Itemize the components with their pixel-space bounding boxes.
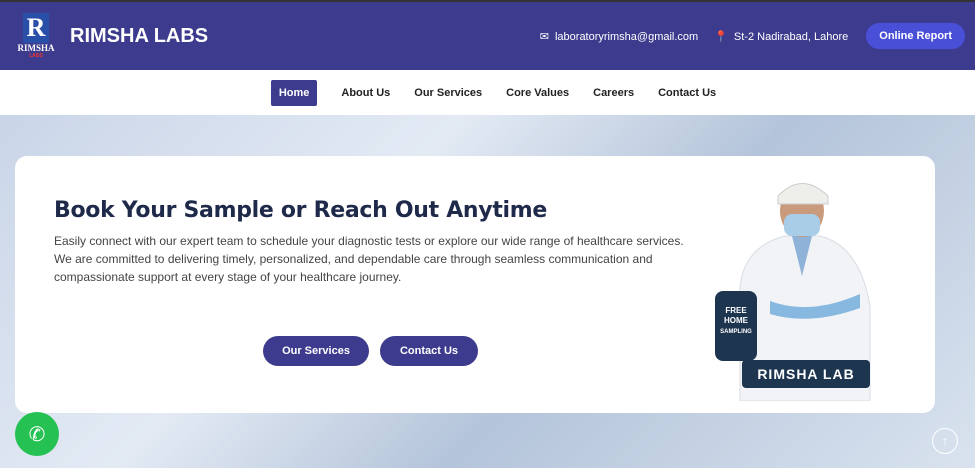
- our-services-button[interactable]: Our Services: [263, 336, 369, 366]
- online-report-button[interactable]: Online Report: [866, 23, 965, 49]
- hero-card: Book Your Sample or Reach Out Anytime Ea…: [15, 156, 935, 413]
- brand-name: RIMSHA LABS: [70, 24, 209, 47]
- svg-text:FREE: FREE: [725, 306, 747, 315]
- logo-sub: LABS: [29, 53, 43, 59]
- svg-text:RIMSHA LAB: RIMSHA LAB: [757, 366, 854, 382]
- nav-contact-us[interactable]: Contact Us: [658, 87, 716, 99]
- hero-description: Easily connect with our expert team to s…: [54, 234, 684, 284]
- svg-text:SAMPLING: SAMPLING: [720, 329, 752, 335]
- scroll-to-top-button[interactable]: ↑: [932, 428, 958, 454]
- top-header: R RIMSHA LABS RIMSHA LABS ✉ laboratoryrim…: [0, 0, 975, 70]
- whatsapp-button[interactable]: ✆: [15, 412, 59, 456]
- lab-technician-image: FREE HOME SAMPLING RIMSHA LAB: [715, 183, 871, 401]
- logo[interactable]: R RIMSHA LABS: [12, 11, 60, 61]
- logo-mark: R: [23, 13, 49, 43]
- main-nav: Home About Us Our Services Core Values C…: [0, 70, 975, 115]
- map-pin-icon: 📍: [714, 30, 728, 43]
- nav-careers[interactable]: Careers: [593, 87, 634, 99]
- envelope-icon: ✉: [539, 30, 549, 43]
- nav-core-values[interactable]: Core Values: [506, 87, 569, 99]
- address: 📍 St-2 Nadirabad, Lahore: [714, 30, 848, 43]
- svg-text:HOME: HOME: [724, 316, 749, 325]
- logo-text: RIMSHA: [17, 43, 55, 53]
- arrow-up-icon: ↑: [942, 434, 948, 448]
- nav-about-us[interactable]: About Us: [341, 87, 390, 99]
- contact-us-button[interactable]: Contact Us: [380, 336, 478, 366]
- email-link[interactable]: ✉ laboratoryrimsha@gmail.com: [540, 30, 698, 43]
- nav-home[interactable]: Home: [270, 79, 318, 106]
- nav-our-services[interactable]: Our Services: [414, 87, 482, 99]
- address-text: St-2 Nadirabad, Lahore: [733, 30, 849, 43]
- hero-title: Book Your Sample or Reach Out Anytime: [54, 198, 548, 223]
- email-text: laboratoryrimsha@gmail.com: [554, 30, 699, 43]
- whatsapp-icon: ✆: [28, 423, 46, 446]
